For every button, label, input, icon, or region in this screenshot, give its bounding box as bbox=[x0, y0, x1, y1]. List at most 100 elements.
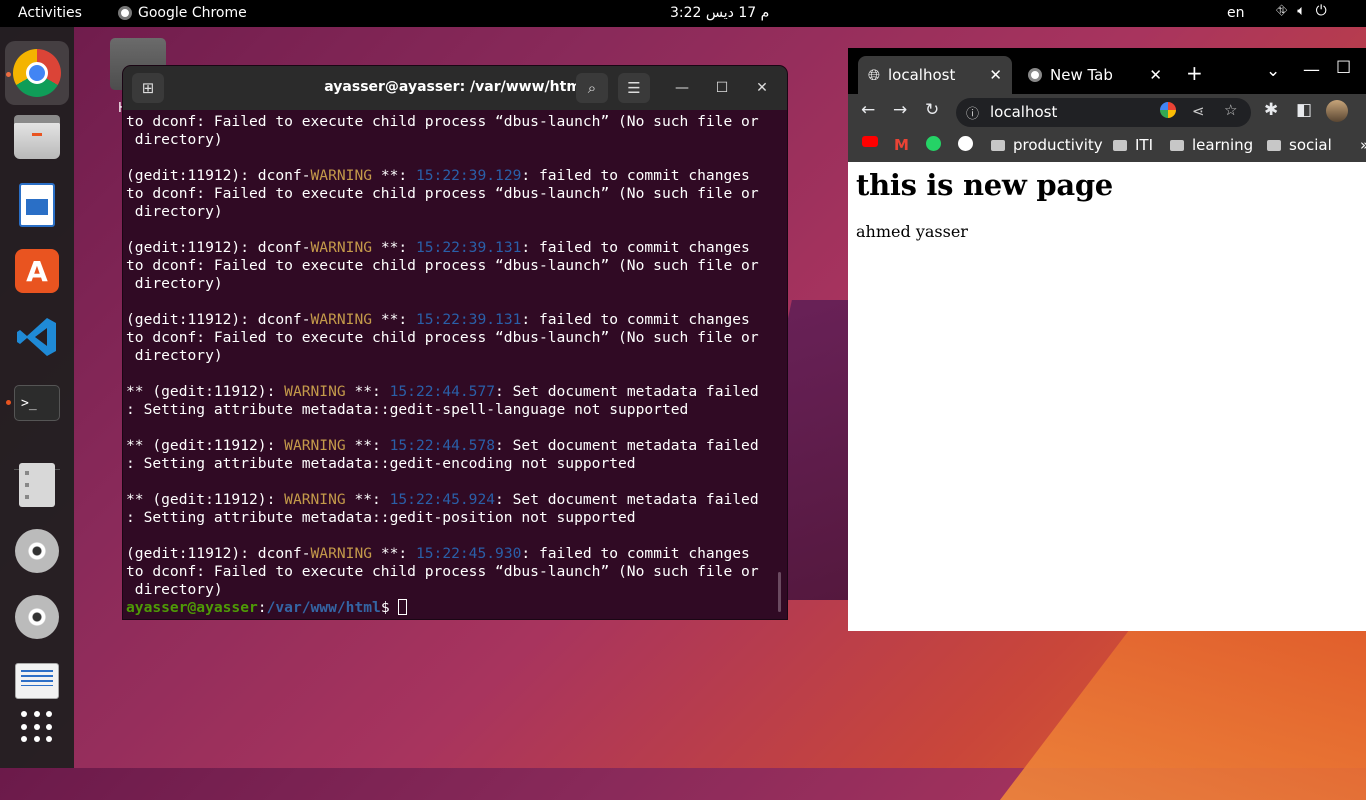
terminal-prompt[interactable]: ayasser@ayasser:/var/www/html$ bbox=[126, 599, 774, 617]
prompt-symbol: $ bbox=[380, 599, 399, 616]
extensions-icon[interactable]: ✱ bbox=[1264, 100, 1278, 120]
prompt-path: /var/www/html bbox=[266, 599, 381, 616]
google-lens-icon[interactable] bbox=[1160, 102, 1176, 118]
activities-button[interactable]: Activities bbox=[18, 5, 82, 21]
bookmark-label: ITI bbox=[1135, 136, 1154, 154]
new-tab-icon[interactable]: + bbox=[1186, 61, 1203, 85]
bookmark-folder-productivity[interactable]: productivity bbox=[991, 136, 1103, 154]
terminal-line: (gedit:11912): dconf-WARNING **: 15:22:3… bbox=[126, 167, 750, 184]
bookmarks-bar: M productivity ITI learning social » bbox=[848, 130, 1366, 163]
writer-icon bbox=[19, 183, 55, 227]
page-text: ahmed yasser bbox=[856, 222, 968, 241]
tab-new-tab[interactable]: New Tab ✕ bbox=[1018, 56, 1172, 94]
profile-avatar[interactable] bbox=[1326, 100, 1348, 122]
tab-title: New Tab bbox=[1050, 66, 1113, 84]
tab-localhost[interactable]: 🌐︎ localhost ✕ bbox=[858, 56, 1012, 94]
gmail-bookmark[interactable]: M bbox=[894, 136, 909, 154]
close-tab-icon[interactable]: ✕ bbox=[989, 66, 1002, 84]
side-panel-icon[interactable]: ◧ bbox=[1296, 100, 1312, 120]
tab-strip: 🌐︎ localhost ✕ New Tab ✕ + ⌄ — ☐ bbox=[848, 48, 1366, 94]
terminal-line: (gedit:11912): dconf-WARNING **: 15:22:3… bbox=[126, 311, 750, 328]
dock-software[interactable]: A bbox=[5, 239, 69, 303]
maximize-icon[interactable]: ☐ bbox=[1336, 58, 1351, 78]
omnibox[interactable]: ⓘ localhost ⋖ ☆ bbox=[956, 98, 1251, 127]
bookmarks-overflow-icon[interactable]: » bbox=[1360, 136, 1366, 154]
search-icon: ⌕ bbox=[587, 79, 597, 97]
terminal-line: directory) bbox=[126, 347, 223, 364]
terminal-line: ** (gedit:11912): WARNING **: 15:22:44.5… bbox=[126, 383, 759, 400]
bookmark-folder-iti[interactable]: ITI bbox=[1113, 136, 1153, 154]
app-menu[interactable]: Google Chrome bbox=[118, 5, 247, 21]
show-apps-button[interactable] bbox=[5, 695, 69, 759]
terminal-window[interactable]: ⊞ ayasser@ayasser: /var/www/html ⌕ ☰ — ☐… bbox=[123, 66, 787, 619]
menu-button[interactable]: ☰ bbox=[618, 73, 650, 103]
maximize-icon: ☐ bbox=[715, 80, 729, 96]
vscode-icon bbox=[14, 314, 60, 360]
maximize-button[interactable]: ☐ bbox=[709, 75, 735, 101]
whatsapp-icon bbox=[926, 136, 941, 151]
bookmark-folder-social[interactable]: social bbox=[1267, 136, 1332, 154]
folder-icon bbox=[1267, 139, 1281, 151]
terminal-line: directory) bbox=[126, 131, 223, 148]
app-menu-label: Google Chrome bbox=[138, 5, 247, 21]
chrome-icon bbox=[118, 6, 132, 20]
hamburger-icon: ☰ bbox=[627, 79, 641, 97]
terminal-line: : Setting attribute metadata::gedit-posi… bbox=[126, 509, 636, 526]
close-icon: ✕ bbox=[756, 80, 768, 96]
bookmark-star-icon[interactable]: ☆ bbox=[1224, 101, 1237, 119]
bookmark-folder-learning[interactable]: learning bbox=[1170, 136, 1253, 154]
youtube-bookmark[interactable] bbox=[862, 136, 878, 147]
folder-icon bbox=[1113, 139, 1127, 151]
dock-disc-2[interactable] bbox=[5, 585, 69, 649]
minimize-button[interactable]: — bbox=[669, 75, 695, 101]
reload-icon[interactable]: ↻ bbox=[925, 100, 939, 120]
share-icon[interactable]: ⋖ bbox=[1192, 102, 1205, 120]
power-icon: ⏻ bbox=[1315, 3, 1327, 19]
terminal-line: : Setting attribute metadata::gedit-enco… bbox=[126, 455, 636, 472]
back-icon[interactable]: ← bbox=[861, 100, 875, 120]
terminal-output[interactable]: to dconf: Failed to execute child proces… bbox=[126, 113, 774, 617]
tab-search-icon[interactable]: ⌄ bbox=[1266, 61, 1280, 81]
close-tab-icon[interactable]: ✕ bbox=[1149, 66, 1162, 84]
software-store-icon: A bbox=[15, 249, 59, 293]
info-icon[interactable]: ⓘ bbox=[966, 103, 979, 122]
whatsapp-bookmark[interactable] bbox=[926, 136, 941, 151]
dock-writer[interactable] bbox=[5, 173, 69, 237]
terminal-line: directory) bbox=[126, 203, 223, 220]
dock-files[interactable] bbox=[5, 107, 69, 171]
scanner-icon bbox=[15, 663, 59, 699]
clock[interactable]: 3:22 م 17 ديس bbox=[670, 5, 769, 21]
dock: A >_ bbox=[0, 27, 74, 768]
minimize-icon[interactable]: — bbox=[1303, 60, 1320, 80]
terminal-line: (gedit:11912): dconf-WARNING **: 15:22:4… bbox=[126, 545, 750, 562]
app-grid-icon bbox=[21, 711, 53, 743]
close-button[interactable]: ✕ bbox=[749, 75, 775, 101]
dock-vscode[interactable] bbox=[5, 305, 69, 369]
chrome-icon bbox=[13, 49, 61, 97]
search-button[interactable]: ⌕ bbox=[576, 73, 608, 103]
document-icon bbox=[19, 463, 55, 507]
dock-disc-1[interactable] bbox=[5, 519, 69, 583]
chrome-window[interactable]: 🌐︎ localhost ✕ New Tab ✕ + ⌄ — ☐ ← → ↻ ⓘ… bbox=[848, 48, 1366, 631]
github-bookmark[interactable] bbox=[958, 136, 973, 151]
disc-icon bbox=[15, 595, 59, 639]
folder-icon bbox=[1170, 139, 1184, 151]
forward-icon[interactable]: → bbox=[893, 100, 907, 120]
toolbar: ← → ↻ ⓘ localhost ⋖ ☆ ✱ ◧ bbox=[848, 94, 1366, 130]
terminal-scrollbar[interactable] bbox=[778, 572, 781, 612]
dock-terminal[interactable]: >_ bbox=[5, 371, 69, 435]
disc-icon bbox=[15, 529, 59, 573]
prompt-separator: : bbox=[257, 599, 267, 616]
terminal-headerbar[interactable]: ⊞ ayasser@ayasser: /var/www/html ⌕ ☰ — ☐… bbox=[123, 66, 787, 110]
system-tray[interactable]: ⛗ 🔈︎ ⏻ bbox=[1276, 3, 1327, 19]
dock-text-editor[interactable] bbox=[5, 453, 69, 517]
youtube-icon bbox=[862, 136, 878, 147]
input-language[interactable]: en bbox=[1227, 5, 1245, 21]
bookmark-label: productivity bbox=[1013, 136, 1103, 154]
dock-chrome[interactable] bbox=[5, 41, 69, 105]
